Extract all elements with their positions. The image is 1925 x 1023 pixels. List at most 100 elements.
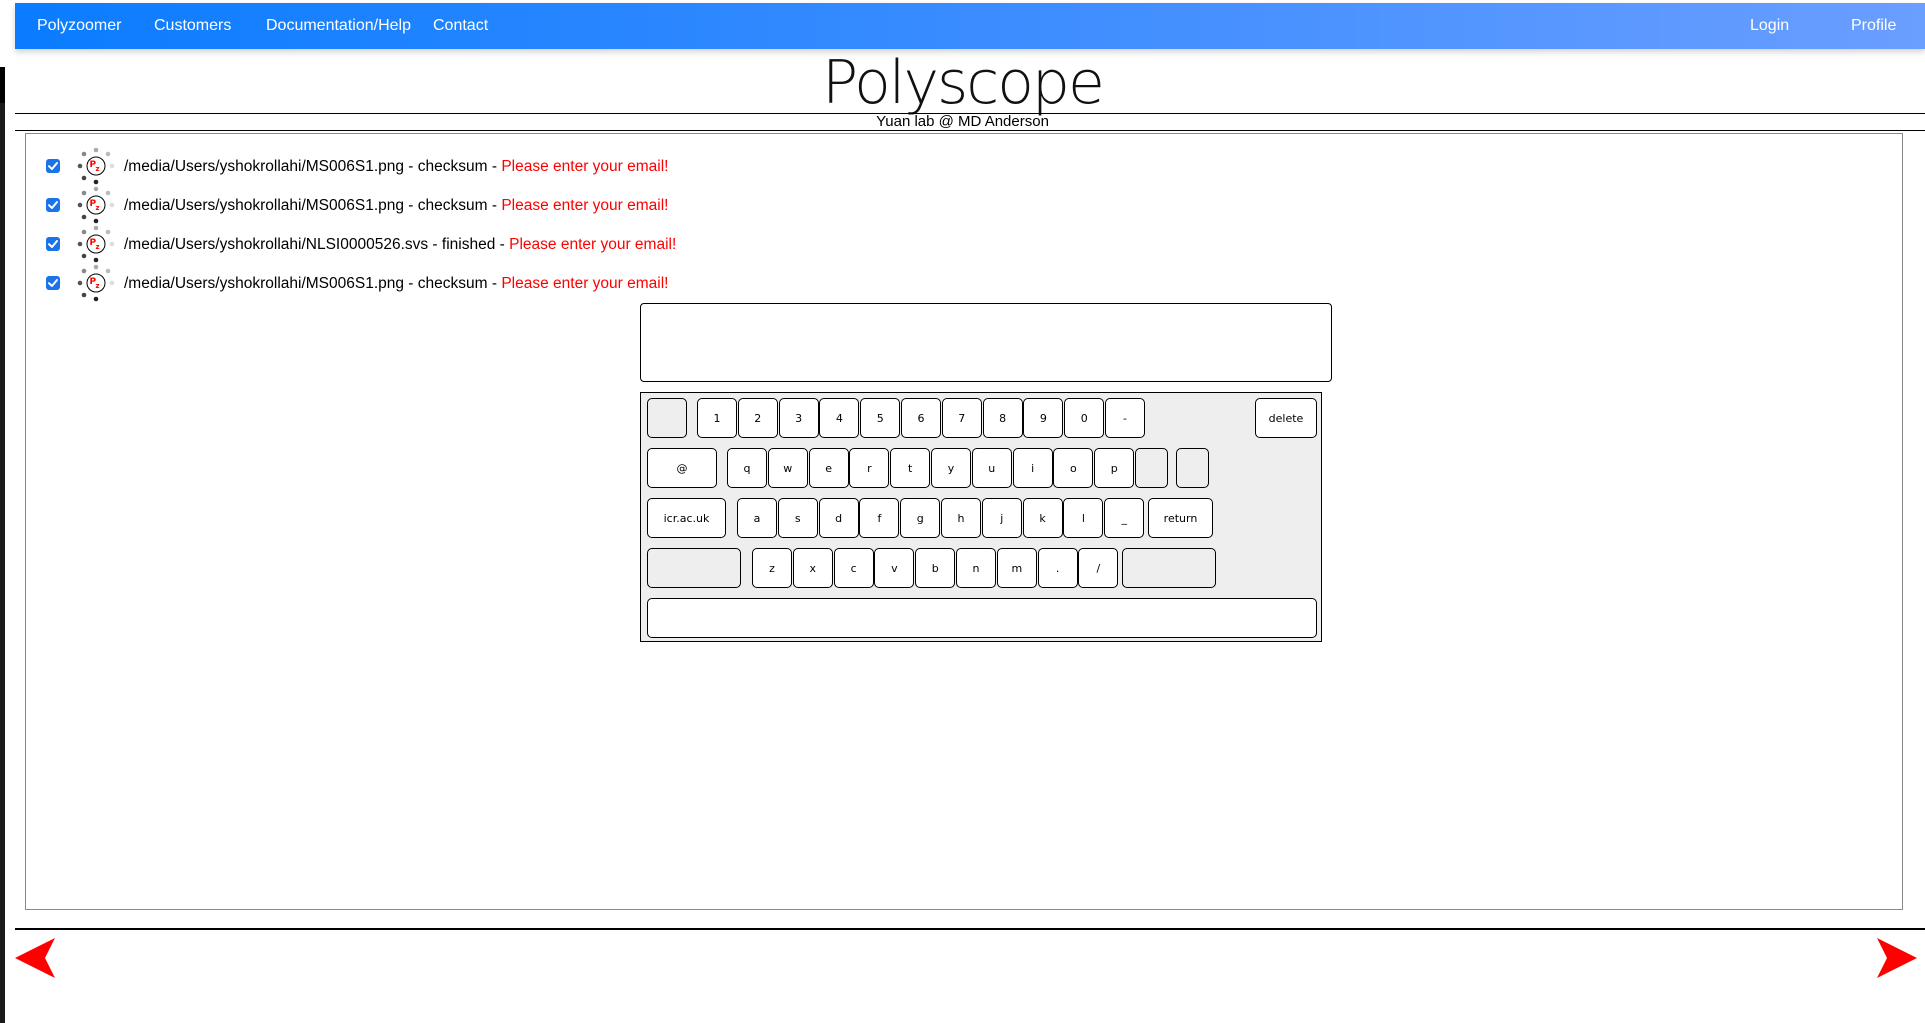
nav-profile[interactable]: Profile xyxy=(1851,3,1896,49)
pz-spinner-icon: Pz xyxy=(76,263,116,303)
key-g[interactable]: g xyxy=(900,498,941,538)
key-x[interactable]: x xyxy=(792,548,833,588)
key-u[interactable]: u xyxy=(971,448,1012,488)
job-checkbox[interactable] xyxy=(46,237,60,251)
key-r[interactable]: r xyxy=(849,448,890,488)
key-t[interactable]: t xyxy=(890,448,931,488)
separator: - xyxy=(428,236,442,253)
key-e[interactable]: e xyxy=(808,448,849,488)
key-z[interactable]: z xyxy=(752,548,792,588)
key-8[interactable]: 8 xyxy=(982,398,1023,438)
email-input-display[interactable] xyxy=(640,303,1332,382)
key-d[interactable]: d xyxy=(818,498,859,538)
key-y[interactable]: y xyxy=(931,448,971,488)
svg-text:z: z xyxy=(96,243,100,251)
nav-polyzoomer[interactable]: Polyzoomer xyxy=(37,3,121,49)
job-path: /media/Users/yshokrollahi/NLSI0000526.sv… xyxy=(124,236,429,253)
key-7[interactable]: 7 xyxy=(941,398,982,438)
svg-text:z: z xyxy=(96,204,100,212)
pz-spinner-icon: Pz xyxy=(76,224,116,264)
key-o[interactable]: o xyxy=(1053,448,1094,488)
delete-key[interactable]: delete xyxy=(1255,398,1317,438)
job-checkbox[interactable] xyxy=(46,276,60,290)
blank-key[interactable] xyxy=(1122,548,1216,588)
key-3[interactable]: 3 xyxy=(778,398,819,438)
svg-text:z: z xyxy=(96,165,100,173)
job-error-message: Please enter your email! xyxy=(509,236,677,253)
key-q[interactable]: q xyxy=(727,448,767,488)
separator: - xyxy=(487,197,502,214)
job-text: /media/Users/yshokrollahi/NLSI0000526.sv… xyxy=(124,236,676,254)
pz-spinner-icon: Pz xyxy=(76,185,116,225)
key-1[interactable]: 1 xyxy=(697,398,737,438)
key-m[interactable]: m xyxy=(996,548,1037,588)
top-navbar: Polyzoomer Customers Documentation/Help … xyxy=(15,3,1925,49)
divider xyxy=(15,928,1925,930)
job-row: Pz/media/Users/yshokrollahi/MS006S1.png … xyxy=(26,185,1902,225)
key-w[interactable]: w xyxy=(767,448,808,488)
job-row: Pz/media/Users/yshokrollahi/MS006S1.png … xyxy=(26,263,1902,303)
key-k[interactable]: k xyxy=(1022,498,1063,538)
arrow-right-icon[interactable] xyxy=(1875,938,1917,978)
job-text: /media/Users/yshokrollahi/MS006S1.png - … xyxy=(124,158,668,176)
key-2[interactable]: 2 xyxy=(737,398,778,438)
job-path: /media/Users/yshokrollahi/MS006S1.png xyxy=(124,158,404,175)
window-edge xyxy=(0,67,5,1023)
key-b[interactable]: b xyxy=(915,548,956,588)
job-row: Pz/media/Users/yshokrollahi/NLSI0000526.… xyxy=(26,224,1902,264)
key-j[interactable]: j xyxy=(981,498,1022,538)
return-key[interactable]: return xyxy=(1148,498,1213,538)
nav-contact[interactable]: Contact xyxy=(433,3,488,49)
nav-customers[interactable]: Customers xyxy=(154,3,231,49)
blank-key[interactable] xyxy=(647,548,741,588)
key-9[interactable]: 9 xyxy=(1023,398,1064,438)
key-5[interactable]: 5 xyxy=(860,398,901,438)
spacebar-key[interactable] xyxy=(647,598,1317,638)
job-row: Pz/media/Users/yshokrollahi/MS006S1.png … xyxy=(26,146,1902,186)
job-error-message: Please enter your email! xyxy=(501,275,669,292)
job-path: /media/Users/yshokrollahi/MS006S1.png xyxy=(124,197,404,214)
job-status: finished xyxy=(441,236,496,253)
key-at[interactable]: @ xyxy=(647,448,717,488)
job-status: checksum xyxy=(417,275,488,292)
key-c[interactable]: c xyxy=(833,548,874,588)
job-status: checksum xyxy=(417,197,488,214)
key-period[interactable]: . xyxy=(1037,548,1078,588)
job-checkbox[interactable] xyxy=(46,198,60,212)
blank-key[interactable] xyxy=(1135,448,1168,488)
blank-key[interactable] xyxy=(647,398,687,438)
arrow-left-icon[interactable] xyxy=(15,938,57,978)
key-dash[interactable]: - xyxy=(1105,398,1145,438)
key-i[interactable]: i xyxy=(1012,448,1053,488)
page-title: Polyscope xyxy=(822,48,1105,118)
key-a[interactable]: a xyxy=(737,498,777,538)
domain-key[interactable]: icr.ac.uk xyxy=(647,498,726,538)
job-checkbox[interactable] xyxy=(46,159,60,173)
key-0[interactable]: 0 xyxy=(1064,398,1105,438)
job-error-message: Please enter your email! xyxy=(501,158,669,175)
blank-key[interactable] xyxy=(1176,448,1209,488)
page-subtitle: Yuan lab @ MD Anderson xyxy=(876,113,1049,130)
key-6[interactable]: 6 xyxy=(901,398,941,438)
job-path: /media/Users/yshokrollahi/MS006S1.png xyxy=(124,275,404,292)
separator: - xyxy=(404,275,418,292)
key-f[interactable]: f xyxy=(859,498,900,538)
key-n[interactable]: n xyxy=(956,548,996,588)
key-l[interactable]: l xyxy=(1063,498,1104,538)
pz-spinner-icon: Pz xyxy=(76,146,116,186)
key-p[interactable]: p xyxy=(1094,448,1135,488)
svg-text:z: z xyxy=(96,282,100,290)
nav-documentation-help[interactable]: Documentation/Help xyxy=(266,3,411,49)
separator: - xyxy=(404,197,418,214)
key-s[interactable]: s xyxy=(777,498,818,538)
key-underscore[interactable]: _ xyxy=(1104,498,1145,538)
job-status: checksum xyxy=(417,158,488,175)
key-h[interactable]: h xyxy=(941,498,981,538)
key-v[interactable]: v xyxy=(874,548,915,588)
separator: - xyxy=(495,236,510,253)
separator: - xyxy=(404,158,418,175)
nav-login[interactable]: Login xyxy=(1750,3,1789,49)
job-error-message: Please enter your email! xyxy=(501,197,669,214)
key-4[interactable]: 4 xyxy=(819,398,860,438)
key-slash[interactable]: / xyxy=(1078,548,1119,588)
